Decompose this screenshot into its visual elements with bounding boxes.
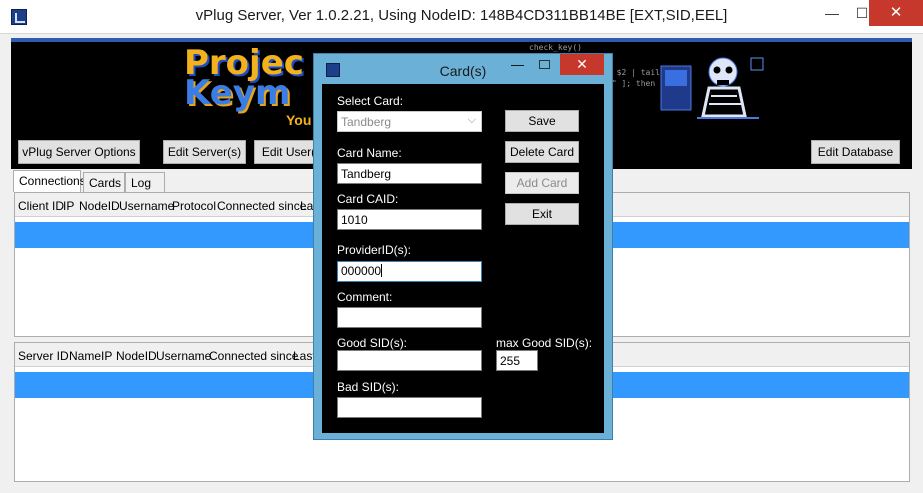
provider-id-input[interactable]: 000000 [337, 261, 482, 282]
project-keymaster-logo: Projec Keym [184, 43, 304, 113]
tab-connections[interactable]: Connections [13, 170, 86, 192]
select-card-dropdown[interactable]: Tandberg ⌵ [337, 111, 482, 132]
col-username[interactable]: Username [156, 349, 211, 363]
dialog-body: Select Card: Tandberg ⌵ Card Name: Card … [322, 84, 604, 433]
col-protocol[interactable]: Protocol [172, 199, 216, 213]
bad-sid-label: Bad SID(s): [337, 380, 400, 394]
server-options-button[interactable]: vPlug Server Options [18, 140, 140, 164]
provider-id-label: ProviderID(s): [337, 243, 412, 257]
hacker-skull-icon [660, 57, 764, 119]
edit-database-button[interactable]: Edit Database [811, 140, 900, 164]
comment-label: Comment: [337, 290, 393, 304]
card-name-input[interactable] [337, 163, 482, 184]
col-server-id[interactable]: Server ID [18, 349, 69, 363]
dialog-minimize-button[interactable]: — [511, 57, 524, 72]
max-good-sid-label: max Good SID(s): [496, 336, 593, 350]
exit-button[interactable]: Exit [505, 203, 579, 225]
tab-cards[interactable]: Cards [83, 172, 125, 192]
col-connected-since[interactable]: Connected since [209, 349, 298, 363]
dialog-titlebar: Card(s) — ✕ [314, 54, 612, 84]
window-title: vPlug Server, Ver 1.0.2.21, Using NodeID… [195, 7, 728, 24]
col-client-id[interactable]: Client ID [18, 199, 64, 213]
col-ip[interactable]: IP [63, 199, 74, 213]
logo-subtext: You [286, 112, 312, 128]
dialog-close-button[interactable]: ✕ [560, 54, 604, 75]
col-nodeid[interactable]: NodeID [79, 199, 120, 213]
add-card-button[interactable]: Add Card [505, 172, 579, 194]
edit-servers-button[interactable]: Edit Server(s) [163, 140, 246, 164]
col-name[interactable]: Name [69, 349, 101, 363]
select-card-label: Select Card: [337, 94, 404, 108]
card-caid-label: Card CAID: [337, 192, 399, 206]
good-sid-input[interactable] [337, 350, 482, 371]
edit-users-button[interactable]: Edit User( [254, 140, 322, 164]
good-sid-label: Good SID(s): [337, 336, 408, 350]
comment-input[interactable] [337, 307, 482, 328]
col-connected-since[interactable]: Connected since [217, 199, 306, 213]
card-name-label: Card Name: [337, 146, 402, 160]
text-caret [381, 264, 383, 277]
max-good-sid-input[interactable] [496, 350, 538, 371]
col-ip[interactable]: IP [101, 349, 112, 363]
dialog-maximize-button[interactable] [539, 60, 550, 69]
bad-sid-input[interactable] [337, 397, 482, 418]
chevron-down-icon: ⌵ [467, 114, 476, 126]
col-username[interactable]: Username [119, 199, 174, 213]
save-button[interactable]: Save [505, 110, 579, 132]
tab-log[interactable]: Log [125, 172, 165, 192]
close-button[interactable]: ✕ [869, 0, 923, 26]
delete-card-button[interactable]: Delete Card [505, 141, 579, 163]
col-nodeid[interactable]: NodeID [116, 349, 157, 363]
cards-dialog: Card(s) — ✕ Select Card: Tandberg ⌵ Card… [313, 53, 613, 440]
main-titlebar: vPlug Server, Ver 1.0.2.21, Using NodeID… [0, 0, 923, 34]
card-caid-input[interactable] [337, 209, 482, 230]
